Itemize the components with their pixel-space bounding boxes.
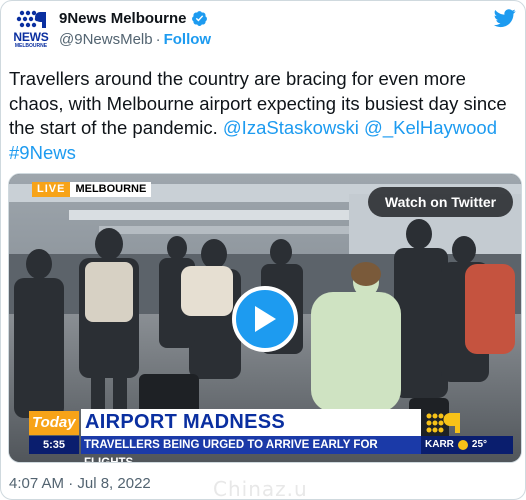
avatar-news-text: NEWS: [13, 30, 49, 44]
twitter-bird-icon[interactable]: [493, 7, 517, 29]
nine-logo-icon: [426, 413, 460, 433]
news-headline: AIRPORT MADNESS: [81, 409, 421, 436]
watermark: Chinaz.u: [213, 477, 308, 500]
follow-button[interactable]: Follow: [164, 31, 212, 48]
author-name[interactable]: 9News Melbourne: [59, 10, 187, 27]
author-name-row[interactable]: 9News Melbourne: [59, 10, 208, 27]
hashtag-link[interactable]: #9News: [9, 142, 76, 163]
news-subheadline: TRAVELLERS BEING URGED TO ARRIVE EARLY F…: [81, 436, 421, 462]
weather-temp: 25°: [471, 439, 488, 450]
tweet-timestamp[interactable]: 4:07 AM · Jul 8, 2022: [9, 475, 151, 492]
avatar[interactable]: NEWS MELBOURNE: [11, 9, 51, 49]
mention-link[interactable]: @IzaStaskowski: [223, 117, 359, 138]
tweet-card: NEWS MELBOURNE 9News Melbourne @9NewsMel…: [0, 0, 526, 500]
news-lower-third: Today 5:35 AIRPORT MADNESS TRAVELLERS BE…: [29, 409, 513, 462]
verified-badge-icon: [191, 11, 207, 26]
handle-row: @9NewsMelb · Follow: [59, 31, 211, 48]
play-icon: [255, 306, 276, 332]
watch-on-twitter-button[interactable]: Watch on Twitter: [368, 187, 513, 217]
mention-link[interactable]: @_KelHaywood: [364, 117, 497, 138]
tweet-text: Travellers around the country are bracin…: [9, 67, 514, 165]
play-button[interactable]: [232, 286, 298, 352]
weather-ticker: KARR 25°: [421, 436, 513, 454]
author-handle[interactable]: @9NewsMelb: [59, 31, 153, 48]
sun-icon: [457, 440, 468, 450]
broadcast-time: 5:35: [29, 436, 79, 454]
weather-location: KARR: [425, 439, 454, 450]
nine-logo-icon: [16, 10, 46, 28]
separator-dot: ·: [155, 31, 161, 48]
live-location: MELBOURNE: [70, 182, 152, 197]
avatar-melbourne-text: MELBOURNE: [14, 43, 48, 49]
live-badge: LIVE MELBOURNE: [32, 182, 152, 197]
today-logo: Today: [29, 411, 79, 435]
live-label: LIVE: [32, 182, 71, 197]
video-player[interactable]: LIVE MELBOURNE Watch on Twitter Today 5:…: [8, 173, 522, 463]
